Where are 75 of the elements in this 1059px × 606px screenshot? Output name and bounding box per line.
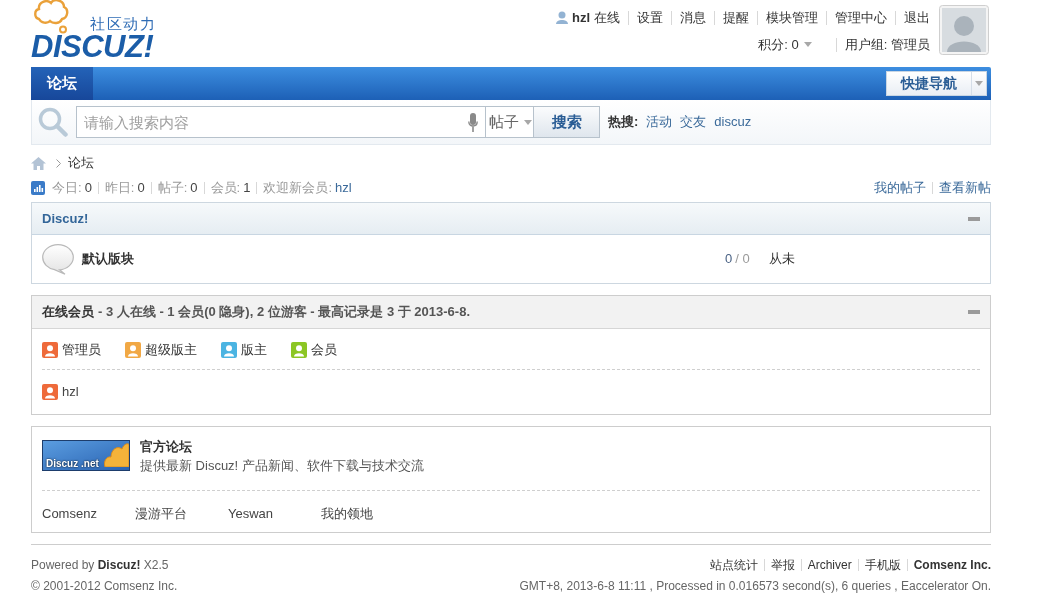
user-menu-link[interactable]: 模块管理: [766, 7, 818, 28]
user-menu-link[interactable]: 退出: [904, 7, 930, 28]
site-banner[interactable]: Discuz .net: [42, 440, 130, 471]
legend-label: 版主: [241, 341, 267, 360]
user-menu-link[interactable]: 消息: [680, 7, 706, 28]
credits-menu[interactable]: 积分: 0: [758, 34, 812, 55]
search-field[interactable]: 请输入搜索内容: [76, 106, 485, 138]
user-menu-link[interactable]: 设置: [637, 7, 663, 28]
user-icon: [555, 11, 568, 24]
hot-search-link[interactable]: 活动: [646, 112, 673, 132]
stat-label: 会员:: [210, 179, 241, 198]
friend-link[interactable]: 我的领地: [321, 504, 414, 524]
avatar-icon[interactable]: [939, 5, 989, 55]
breadcrumb-link[interactable]: 论坛: [68, 153, 94, 173]
user-menu-link[interactable]: 管理中心: [835, 7, 887, 28]
stat-value: 1: [243, 179, 251, 198]
stat-label: 今日:: [52, 179, 82, 198]
featured-link-title[interactable]: 官方论坛: [140, 439, 424, 455]
user-menu-link[interactable]: 提醒: [723, 7, 749, 28]
friend-link[interactable]: 漫游平台: [135, 504, 228, 524]
stat-label: 帖子:: [157, 179, 188, 198]
stat-label: 昨日:: [104, 179, 135, 198]
server-info-text: GMT+8, 2013-6-8 11:11 , Processed in 0.016573 second(s), 6 queries , Eaccelerator On.: [519, 578, 991, 595]
thread-count: 0: [725, 250, 733, 269]
post-link[interactable]: 我的帖子: [874, 178, 926, 198]
stat-value: 0: [137, 179, 145, 198]
microphone-icon[interactable]: [468, 113, 478, 132]
friend-link[interactable]: Yeswan: [228, 504, 321, 524]
logo-tagline: 社区动力: [90, 15, 156, 32]
hot-search-label: 热搜:: [608, 113, 639, 132]
legend-label: 管理员: [62, 341, 101, 360]
member-link[interactable]: hzl: [62, 382, 79, 402]
footer-link[interactable]: Archiver: [807, 556, 852, 574]
bar-chart-icon: [31, 181, 45, 195]
online-status: 在线: [594, 8, 620, 27]
nav-tab[interactable]: 论坛: [31, 67, 93, 100]
search-type-select[interactable]: 帖子: [485, 106, 534, 138]
legend-label: 超级版主: [145, 341, 197, 360]
footer-link[interactable]: Comsenz Inc.: [913, 556, 991, 574]
stat-value: 0: [84, 179, 92, 198]
cloud-drawing: [103, 441, 129, 467]
powered-by-text: Powered by Discuz! X2.5: [31, 557, 169, 574]
caret-icon: [524, 119, 532, 125]
forum-name-link[interactable]: 默认版块: [82, 251, 134, 267]
online-summary: - 3 人在线 - 1 会员(0 隐身), 2 位游客 - 最高记录是 3 于 2013-6-8.: [98, 303, 470, 322]
home-icon[interactable]: [31, 156, 46, 170]
footer-link[interactable]: 举报: [770, 556, 795, 574]
chevron-icon: [56, 158, 61, 168]
stat-value: 0: [190, 179, 198, 198]
logo-wordmark[interactable]: DISCUZ!: [31, 34, 156, 60]
username-link[interactable]: hzl: [571, 7, 590, 28]
caret-icon: [803, 42, 812, 47]
post-link[interactable]: 查看新帖: [939, 178, 991, 198]
caret-icon: [975, 81, 983, 86]
search-button[interactable]: 搜索: [534, 106, 600, 138]
banner-text: Discuz .net: [46, 458, 99, 469]
featured-link-description: 提供最新 Discuz! 产品新闻、软件下载与技术交流: [140, 458, 424, 474]
new-member-link[interactable]: hzl: [335, 178, 352, 198]
online-title[interactable]: 在线会员: [42, 302, 94, 322]
copyright-text: © 2001-2012 Comsenz Inc.: [31, 578, 178, 595]
footer-link[interactable]: 站点统计: [709, 556, 758, 574]
post-count: / 0: [735, 250, 750, 269]
hot-search-link[interactable]: discuz: [714, 112, 752, 132]
footer-link[interactable]: 手机版: [864, 556, 901, 574]
legend-label: 会员: [311, 341, 337, 360]
collapse-icon[interactable]: [968, 216, 980, 221]
speech-bubble-icon: [42, 243, 74, 275]
last-post-text: 从未: [769, 250, 795, 269]
friend-link[interactable]: Comsenz: [42, 504, 135, 524]
category-title[interactable]: Discuz!: [42, 208, 89, 229]
hot-search-link[interactable]: 交友: [680, 112, 707, 132]
search-icon: [38, 107, 68, 137]
quick-nav-button[interactable]: 快捷导航: [886, 71, 987, 96]
stat-label: 欢迎新会员:: [263, 179, 333, 198]
user-group-text: 用户组: 管理员: [844, 35, 930, 54]
